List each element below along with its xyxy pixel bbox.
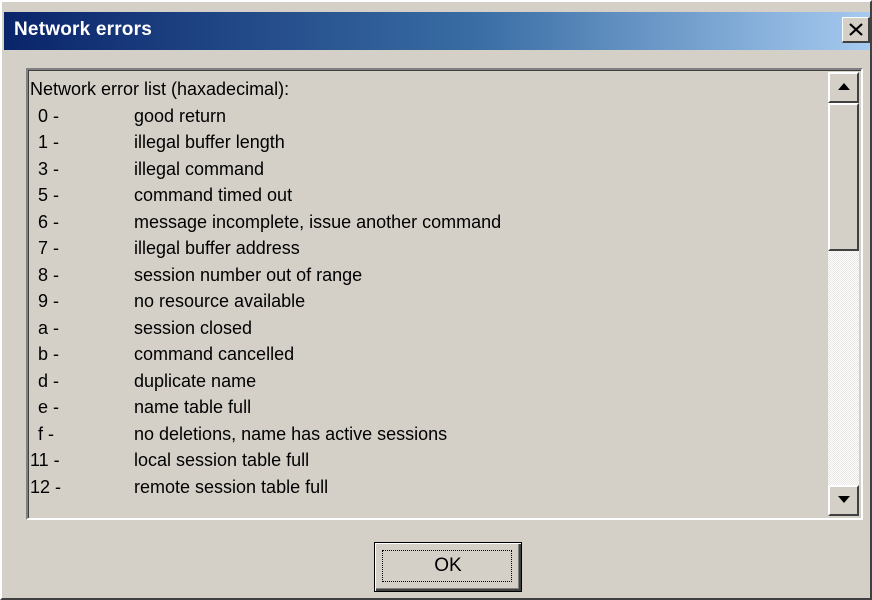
list-item[interactable]: 1 - illegal buffer length	[30, 129, 826, 156]
list-item[interactable]: d - duplicate name	[30, 368, 826, 395]
error-description: illegal buffer address	[134, 238, 300, 258]
title-bar[interactable]: Network errors	[4, 12, 870, 50]
error-description: message incomplete, issue another comman…	[134, 211, 502, 232]
scroll-up-button[interactable]	[828, 72, 859, 103]
error-description: good return	[134, 105, 227, 126]
error-code: 12 -	[30, 476, 62, 497]
list-item[interactable]: 3 - illegal command	[30, 156, 826, 183]
error-code: b -	[38, 344, 60, 364]
error-description: no deletions, name has active sessions	[134, 423, 448, 444]
arrow-down-icon	[838, 496, 850, 503]
error-description: command timed out	[134, 185, 293, 205]
window-title: Network errors	[14, 19, 152, 40]
list-item[interactable]: 0 - good return	[30, 103, 826, 130]
error-description: remote session table full	[134, 476, 329, 497]
list-item[interactable]: e - name table full	[30, 394, 826, 421]
error-code: 1 -	[38, 132, 60, 152]
list-item[interactable]: 11 - local session table full	[30, 447, 826, 474]
error-code: 11 -	[30, 450, 60, 470]
error-code: 9 -	[38, 291, 60, 311]
error-description: session number out of range	[134, 264, 363, 285]
error-code: 8 -	[38, 264, 60, 285]
list-header: Network error list (haxadecimal):	[30, 79, 290, 99]
list-item[interactable]: 5 - command timed out	[30, 182, 826, 209]
error-code: 3 -	[38, 158, 60, 179]
list-item[interactable]: 12 - remote session table full	[30, 474, 826, 501]
error-description: no resource available	[134, 291, 306, 311]
error-description: name table full	[134, 397, 252, 417]
error-description: local session table full	[134, 450, 310, 470]
error-description: session closed	[134, 317, 253, 338]
error-code: 6 -	[38, 211, 60, 232]
ok-button-label: OK	[434, 555, 462, 576]
error-list-content: Network error list (haxadecimal): 0 - goo…	[30, 76, 826, 514]
error-description: illegal buffer length	[134, 132, 285, 152]
error-code: 0 -	[38, 105, 60, 126]
list-item[interactable]: 9 - no resource available	[30, 288, 826, 315]
error-description: duplicate name	[134, 370, 257, 391]
list-item[interactable]: f - no deletions, name has active session…	[30, 421, 826, 448]
ok-button[interactable]: OK	[374, 542, 522, 592]
list-item[interactable]: 7 - illegal buffer address	[30, 235, 826, 262]
list-item[interactable]: 6 - message incomplete, issue another com…	[30, 209, 826, 236]
close-button[interactable]	[842, 17, 870, 43]
arrow-up-icon	[838, 83, 850, 90]
list-item[interactable]: a - session closed	[30, 315, 826, 342]
error-code: f -	[38, 423, 54, 444]
close-icon	[849, 23, 863, 36]
error-code: d -	[38, 370, 60, 391]
error-code: e -	[38, 397, 60, 417]
list-item[interactable]: 8 - session number out of range	[30, 262, 826, 289]
list-item[interactable]: b - command cancelled	[30, 341, 826, 368]
vertical-scrollbar[interactable]	[828, 72, 859, 516]
error-code: a -	[38, 317, 60, 338]
error-listbox[interactable]: Network error list (haxadecimal): 0 - goo…	[26, 68, 863, 520]
error-code: 5 -	[38, 185, 60, 205]
network-errors-dialog: Network errors Network error list (haxad…	[0, 0, 872, 600]
error-code: 7 -	[38, 238, 60, 258]
scroll-thumb[interactable]	[828, 103, 859, 251]
error-description: command cancelled	[134, 344, 295, 364]
scroll-down-button[interactable]	[828, 485, 859, 516]
error-description: illegal command	[134, 158, 265, 179]
